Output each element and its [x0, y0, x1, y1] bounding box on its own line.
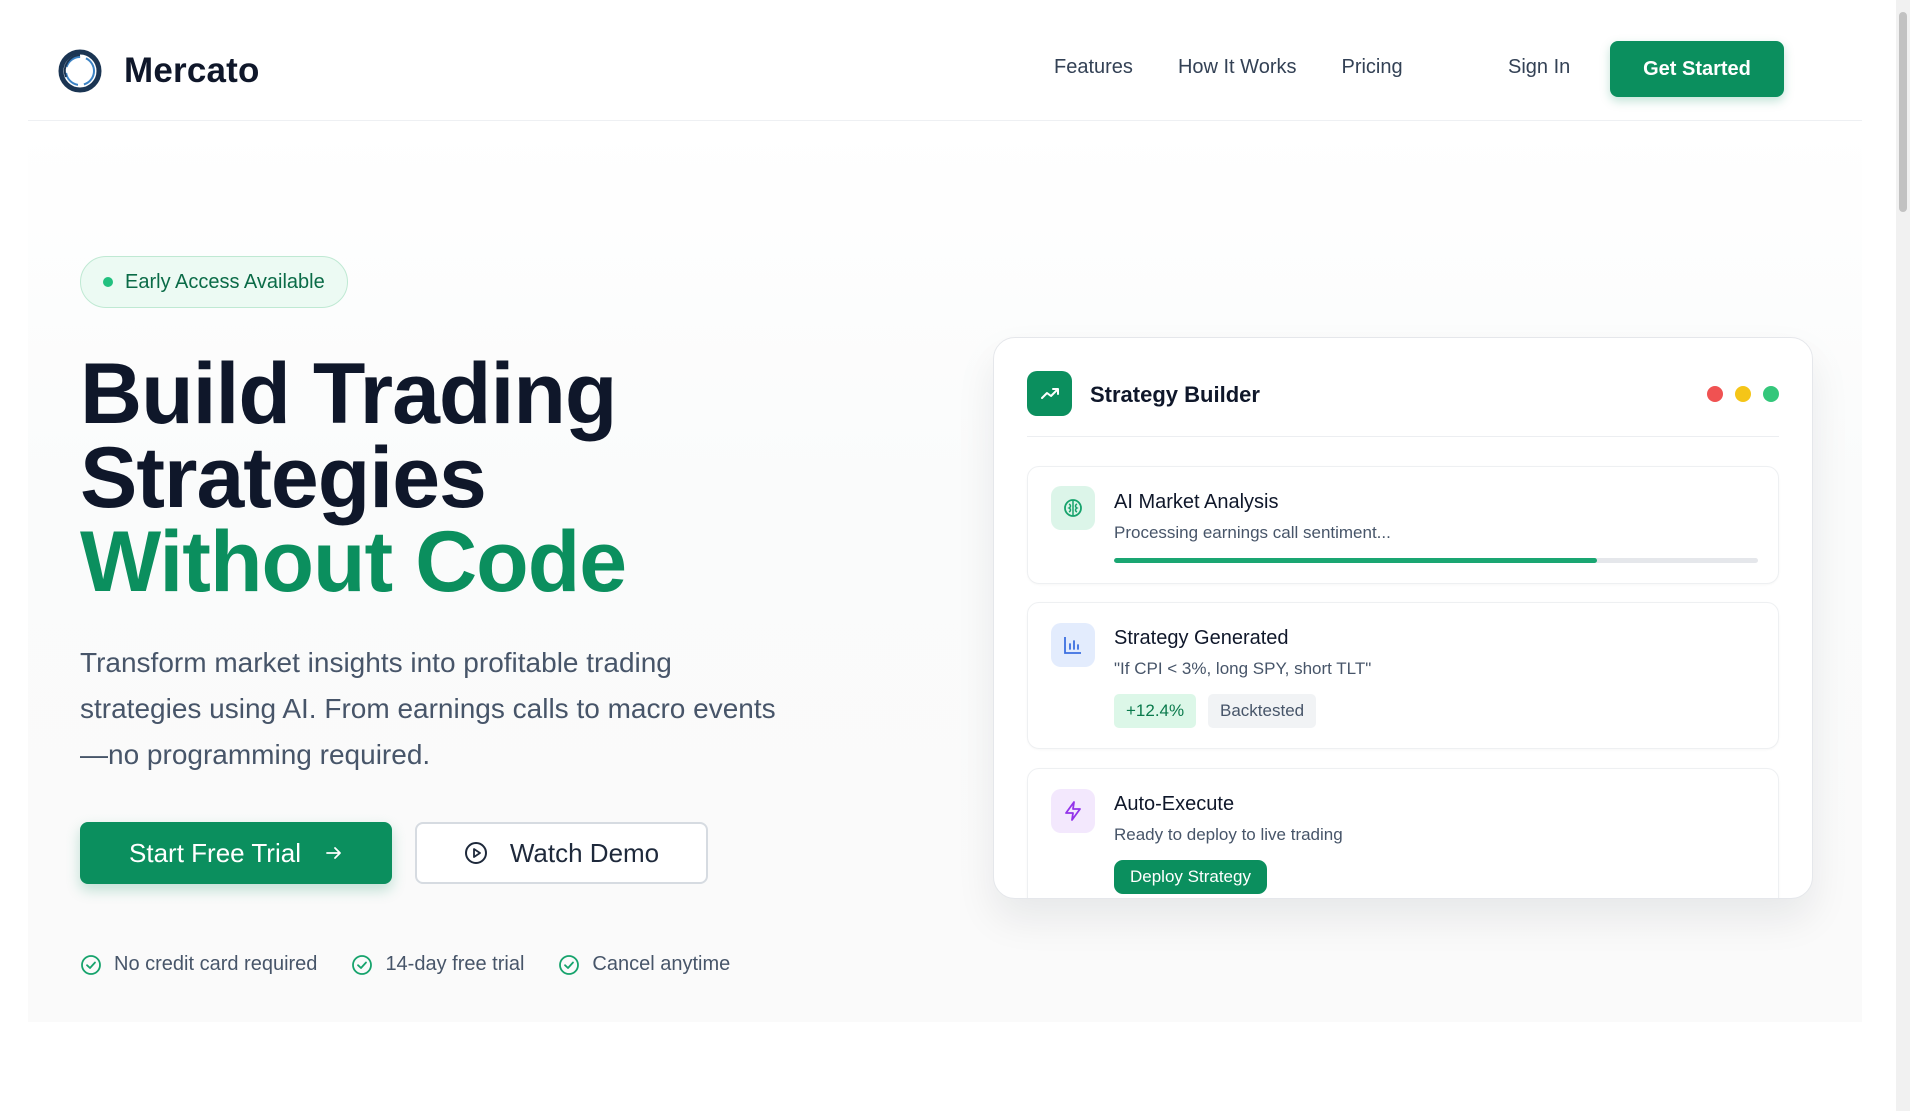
brand-logo[interactable]: Mercato [56, 47, 260, 95]
progress-fill [1114, 558, 1597, 563]
trial-benefits: No credit card required 14-day free tria… [80, 953, 764, 976]
sign-in-link[interactable]: Sign In [1508, 56, 1570, 79]
check-circle-icon [81, 954, 101, 975]
nav-links: Features How It Works Pricing [1054, 56, 1448, 79]
benefit-item: Cancel anytime [558, 953, 730, 976]
benefit-text: Cancel anytime [592, 953, 731, 975]
item-title: Auto-Execute [1114, 793, 1235, 815]
trending-up-icon [1027, 371, 1072, 416]
card-item-ai-analysis: AI Market Analysis Processing earnings c… [1027, 466, 1779, 584]
top-nav [28, 0, 1862, 121]
card-header: Strategy Builder [1027, 371, 1779, 437]
start-free-trial-label: Start Free Trial [129, 837, 301, 868]
brain-icon [1051, 486, 1095, 530]
check-circle-icon [559, 954, 580, 975]
window-dot-yellow[interactable] [1735, 386, 1751, 402]
brand-name: Mercato [124, 51, 260, 90]
arrow-right-icon [326, 847, 341, 859]
benefit-text: No credit card required [114, 953, 318, 975]
hero-title-line-3: Without Code [80, 514, 627, 610]
item-description: Processing earnings call sentiment... [1114, 523, 1391, 542]
status-dot-icon [103, 277, 113, 287]
hero-title-line-1: Build Trading [80, 346, 617, 442]
scrollbar-thumb[interactable] [1899, 12, 1907, 212]
logo-mark-icon [58, 49, 102, 93]
nav-link-pricing[interactable]: Pricing [1341, 56, 1402, 79]
lightning-icon [1051, 789, 1095, 833]
item-description: Ready to deploy to live trading [1114, 825, 1343, 844]
card-title: Strategy Builder [1090, 382, 1260, 407]
analysis-progress-bar [1114, 558, 1758, 563]
window-dot-green[interactable] [1763, 386, 1779, 402]
scrollbar[interactable] [1896, 0, 1910, 1111]
get-started-button[interactable]: Get Started [1610, 41, 1784, 97]
play-circle-icon [464, 842, 487, 864]
check-circle-icon [352, 954, 373, 975]
return-badge: +12.4% [1114, 694, 1197, 728]
item-description: "If CPI < 3%, long SPY, short TLT" [1114, 659, 1372, 678]
start-free-trial-button[interactable]: Start Free Trial [80, 822, 392, 884]
window-controls [1707, 386, 1779, 402]
nav-link-features[interactable]: Features [1054, 56, 1133, 79]
strategy-builder-card: Strategy Builder AI Market Analysis Proc… [993, 337, 1813, 899]
benefit-text: 14-day free trial [385, 953, 525, 975]
early-access-badge: Early Access Available [80, 256, 348, 308]
item-title: Strategy Generated [1114, 627, 1289, 649]
nav-link-how-it-works[interactable]: How It Works [1178, 56, 1297, 79]
item-title: AI Market Analysis [1114, 491, 1279, 513]
watch-demo-label: Watch Demo [509, 837, 660, 868]
backtested-badge: Backtested [1208, 694, 1317, 728]
hero-subtitle: Transform market insights into profitabl… [80, 647, 776, 770]
card-item-auto-execute: Auto-Execute Ready to deploy to live tra… [1027, 768, 1779, 898]
benefit-item: No credit card required [80, 953, 317, 976]
window-dot-red[interactable] [1707, 386, 1723, 402]
deploy-strategy-button[interactable]: Deploy Strategy [1114, 860, 1267, 894]
benefit-item: 14-day free trial [351, 953, 524, 976]
badge-text: Early Access Available [125, 270, 325, 293]
hero-title-line-2: Strategies [80, 430, 487, 526]
hero-title: Build Trading Strategies Without Code [80, 346, 627, 610]
bar-chart-icon [1051, 623, 1095, 667]
landing-page: Mercato Features How It Works Pricing Si… [0, 0, 1910, 1111]
card-item-strategy-generated: Strategy Generated "If CPI < 3%, long SP… [1027, 602, 1779, 749]
watch-demo-button[interactable]: Watch Demo [415, 822, 708, 884]
